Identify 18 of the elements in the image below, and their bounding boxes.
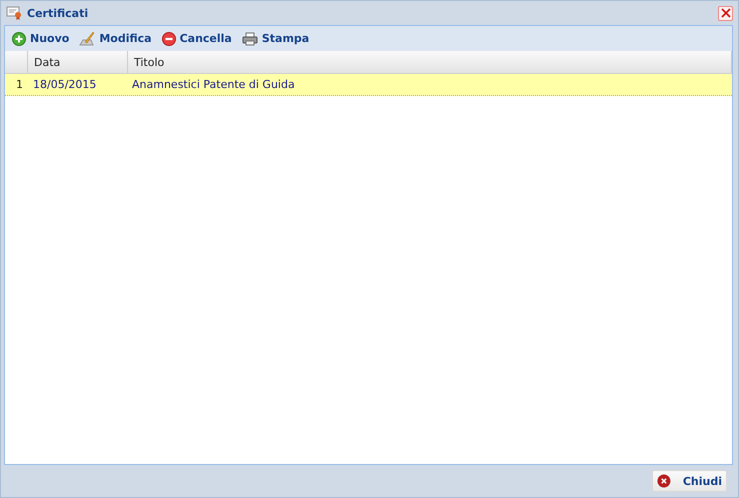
table-cell-text: Anamnestici Patente di Guida bbox=[131, 77, 296, 93]
window-title: Certificati bbox=[27, 6, 88, 20]
table-row[interactable]: 1 18/05/2015 Anamnestici Patente di Guida bbox=[5, 74, 732, 96]
plus-icon bbox=[12, 32, 26, 46]
toolbar-button[interactable]: Stampa bbox=[238, 30, 312, 48]
toolbar-button[interactable]: Modifica bbox=[76, 28, 155, 48]
toolbar-button[interactable]: Nuovo bbox=[9, 30, 72, 48]
minus-icon bbox=[162, 32, 176, 46]
column-header[interactable]: Data bbox=[28, 51, 128, 73]
close-dialog-button[interactable]: Chiudi bbox=[652, 470, 727, 492]
column-header[interactable]: Titolo bbox=[128, 51, 732, 73]
table-cell-text: 18/05/2015 bbox=[32, 77, 98, 93]
close-icon bbox=[657, 473, 671, 489]
certificate-icon bbox=[6, 6, 22, 20]
toolbar-button[interactable]: Cancella bbox=[158, 30, 235, 48]
brush-icon bbox=[79, 30, 96, 46]
printer-icon bbox=[242, 32, 258, 46]
close-button[interactable] bbox=[718, 6, 733, 20]
